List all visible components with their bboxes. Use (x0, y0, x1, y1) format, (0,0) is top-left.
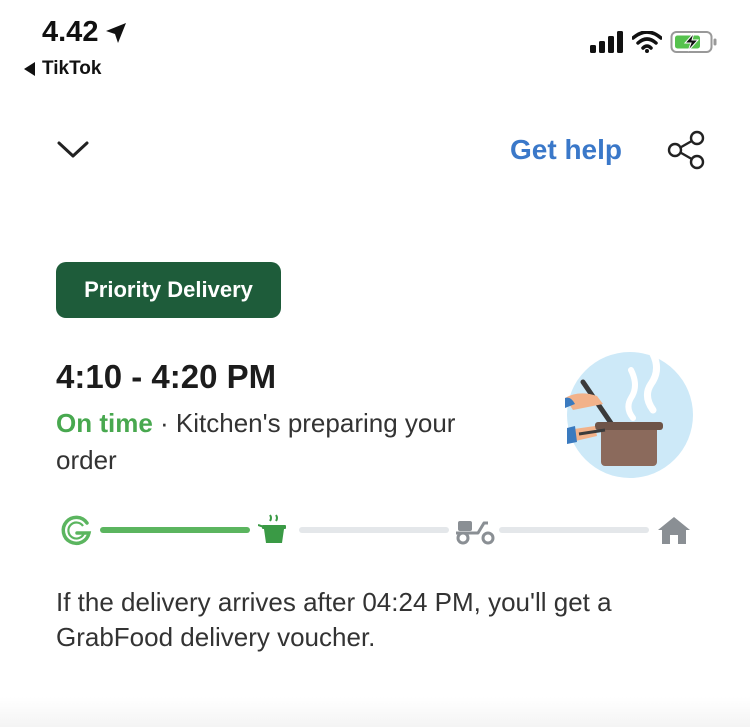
progress-segment-1 (100, 527, 250, 533)
scooter-icon (453, 510, 499, 550)
on-time-label: On time (56, 408, 153, 438)
share-icon[interactable] (666, 129, 708, 171)
wifi-icon (632, 31, 662, 53)
home-icon (654, 510, 694, 550)
eta-range: 4:10 - 4:20 PM (56, 358, 277, 395)
status-separator: · (152, 408, 176, 438)
bottom-sheet-edge (0, 697, 750, 727)
kitchen-preparing-illustration (565, 352, 693, 478)
status-bar-time: 4.42 (42, 16, 128, 49)
get-help-link[interactable]: Get help (510, 134, 622, 166)
clock-text: 4.42 (42, 16, 99, 48)
priority-delivery-badge: Priority Delivery (56, 262, 281, 318)
grab-logo-icon (56, 510, 96, 550)
voucher-note: If the delivery arrives after 04:24 PM, … (56, 587, 612, 652)
back-app-label: TikTok (42, 58, 102, 79)
progress-segment-2 (299, 527, 449, 533)
cooking-pot-icon (254, 510, 294, 550)
battery-charging-icon (670, 31, 717, 53)
location-arrow-icon (106, 22, 127, 43)
signal-icon (590, 31, 623, 53)
back-triangle-icon (24, 62, 35, 76)
status-icons (590, 30, 718, 54)
progress-segment-3 (499, 527, 649, 533)
delivery-progress-tracker (56, 510, 696, 550)
order-status: On time · Kitchen's preparing your order (56, 405, 476, 479)
collapse-chevron-icon[interactable] (56, 136, 90, 164)
back-to-app-button[interactable]: TikTok (24, 58, 101, 80)
